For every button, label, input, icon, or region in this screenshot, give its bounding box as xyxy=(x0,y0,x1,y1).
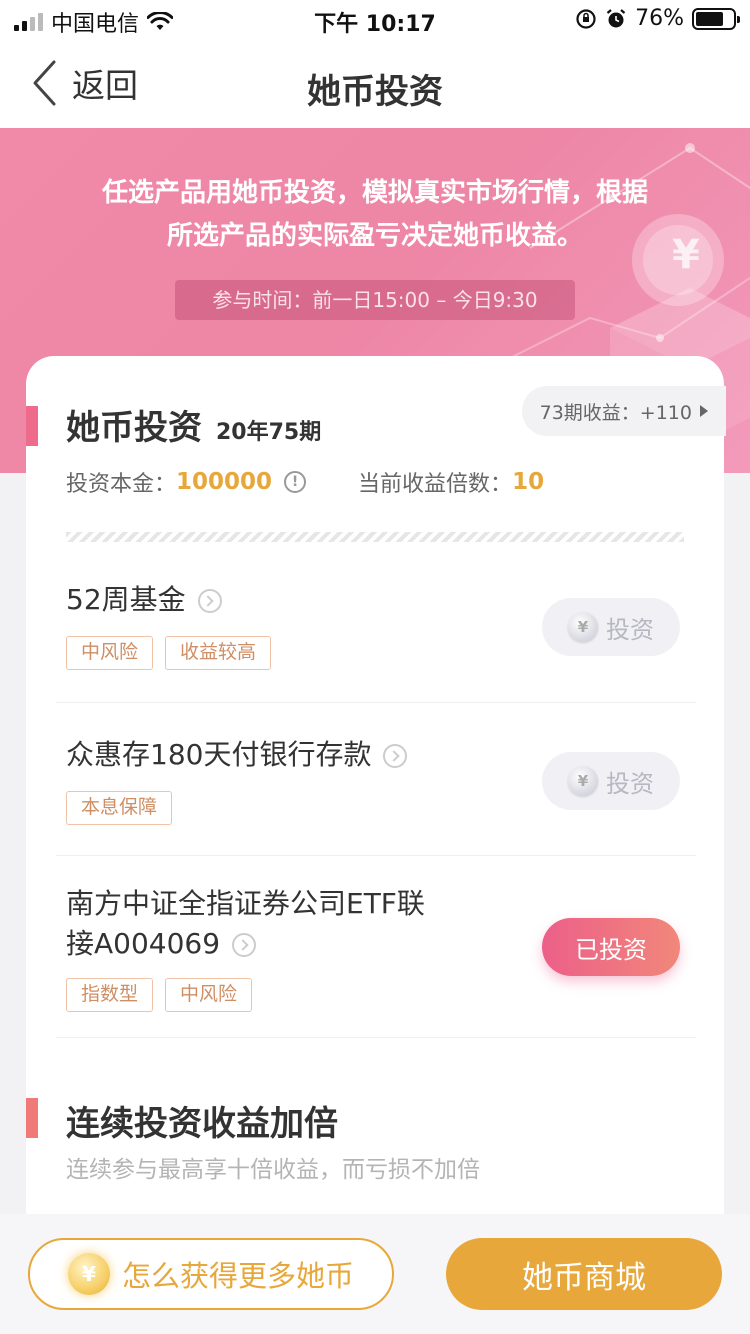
chevron-right-circle-icon[interactable] xyxy=(232,933,257,957)
status-bar: 中国电信 下午 10:17 76% xyxy=(0,0,750,40)
product-tag: 中风险 xyxy=(165,978,253,1012)
product-name-text: 南方中证全指证券公司ETF联 xyxy=(66,887,425,920)
product-row[interactable]: 南方中证全指证券公司ETF联 接A004069 指数型 中风险 已投资 xyxy=(56,856,696,1038)
multiplier-label: 当前收益倍数： xyxy=(358,472,513,497)
product-tags: 指数型 中风险 xyxy=(66,978,253,1012)
product-row[interactable]: 52周基金 中风险 收益较高 ¥ 投资 xyxy=(56,546,696,703)
gold-coin-icon: ¥ xyxy=(67,1253,110,1295)
principal-label: 投资本金： xyxy=(66,472,177,497)
battery-icon xyxy=(692,7,740,30)
info-icon[interactable]: ! xyxy=(284,471,307,493)
triangle-right-icon xyxy=(700,405,708,417)
product-tag: 中风险 xyxy=(66,636,154,670)
section-accent-bar xyxy=(26,406,38,446)
card-title: 她币投资 20年75期 xyxy=(66,400,321,449)
invest-button[interactable]: ¥ 投资 xyxy=(542,752,680,810)
product-tag: 收益较高 xyxy=(165,636,272,670)
rotation-lock-icon xyxy=(576,8,596,29)
product-tag: 本息保障 xyxy=(66,791,173,825)
previous-earnings-button[interactable]: 73期收益：+110 xyxy=(521,386,726,436)
product-name-text: 52周基金 xyxy=(66,583,186,616)
investment-stats: 投资本金： 100000 ! 当前收益倍数： 10 xyxy=(66,466,544,498)
principal-value: 100000 xyxy=(176,469,273,495)
earn-more-button[interactable]: ¥ 怎么获得更多她币 xyxy=(28,1238,394,1310)
product-row[interactable]: 众惠存180天付银行存款 本息保障 ¥ 投资 xyxy=(56,703,696,856)
period-label: 20年75期 xyxy=(216,420,322,445)
investment-card: 她币投资 20年75期 73期收益：+110 投资本金： 100000 ! 当前… xyxy=(26,356,726,1256)
earn-more-label: 怎么获得更多她币 xyxy=(121,1259,354,1293)
invest-button-label: 投资 xyxy=(606,615,654,644)
product-tag: 指数型 xyxy=(66,978,154,1012)
alarm-icon xyxy=(606,8,626,27)
product-tags: 中风险 收益较高 xyxy=(66,636,272,670)
product-name: 南方中证全指证券公司ETF联 接A004069 xyxy=(66,884,425,964)
invested-button[interactable]: 已投资 xyxy=(542,918,680,976)
card-title-text: 她币投资 xyxy=(66,408,202,448)
hatched-divider xyxy=(66,532,684,542)
product-name: 众惠存180天付银行存款 xyxy=(66,735,408,775)
previous-earnings-label: 73期收益：+110 xyxy=(539,401,692,424)
product-name-text: 众惠存180天付银行存款 xyxy=(66,738,372,771)
section-title: 连续投资收益加倍 xyxy=(66,1104,338,1144)
nav-bar: 返回 她币投资 xyxy=(0,40,750,128)
product-tags: 本息保障 xyxy=(66,791,173,825)
chevron-right-circle-icon[interactable] xyxy=(383,744,408,768)
banner-line-1: 任选产品用她币投资，模拟真实市场行情，根据 xyxy=(101,178,648,208)
chevron-right-circle-icon[interactable] xyxy=(197,589,222,613)
multiplier-value: 10 xyxy=(512,469,545,495)
invest-button-label: 投资 xyxy=(606,769,654,798)
participation-time: 参与时间：前一日15:00 – 今日9:30 xyxy=(175,280,575,320)
battery-percent: 76% xyxy=(635,6,684,31)
coin-icon: ¥ xyxy=(568,612,598,642)
page-title: 她币投资 xyxy=(307,72,443,112)
banner-description: 任选产品用她币投资，模拟真实市场行情，根据 所选产品的实际盈亏决定她币收益。 xyxy=(0,172,750,258)
invest-button[interactable]: ¥ 投资 xyxy=(542,598,680,656)
section-subtitle: 连续参与最高享十倍收益，而亏损不加倍 xyxy=(66,1157,480,1183)
product-name-text-line2: 接A004069 xyxy=(66,927,221,960)
banner-line-2: 所选产品的实际盈亏决定她币收益。 xyxy=(166,221,583,251)
status-right: 76% xyxy=(575,6,740,31)
product-name: 52周基金 xyxy=(66,580,222,620)
coin-mall-button[interactable]: 她币商城 xyxy=(446,1238,722,1310)
section-accent-bar xyxy=(26,1098,38,1138)
bottom-bar: ¥ 怎么获得更多她币 她币商城 xyxy=(0,1214,750,1334)
coin-icon: ¥ xyxy=(568,766,598,796)
